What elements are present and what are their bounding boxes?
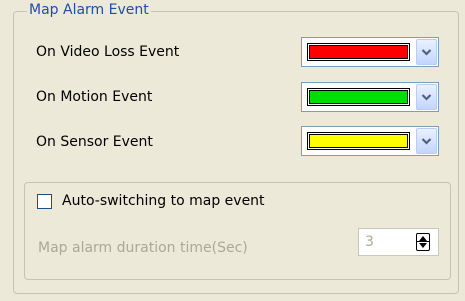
motion-color-dropdown[interactable]	[301, 82, 439, 112]
video-loss-color-swatch	[309, 45, 408, 59]
duration-spinbox[interactable]: 3	[358, 228, 439, 256]
up-down-spinner-icon[interactable]	[416, 233, 430, 251]
spin-down-arrow[interactable]	[419, 243, 427, 248]
video-loss-label: On Video Loss Event	[36, 44, 180, 60]
motion-dropdown-button[interactable]	[416, 84, 437, 110]
sensor-dropdown-button[interactable]	[416, 128, 437, 154]
motion-label: On Motion Event	[36, 89, 153, 105]
spin-divider	[417, 241, 429, 242]
motion-color-swatch	[309, 90, 408, 104]
duration-value[interactable]: 3	[365, 233, 374, 251]
motion-swatch-frame	[307, 88, 410, 106]
sensor-swatch-frame	[307, 132, 410, 150]
chevron-down-icon	[421, 48, 432, 56]
chevron-down-icon	[421, 93, 432, 101]
duration-label: Map alarm duration time(Sec)	[38, 240, 248, 256]
sensor-label: On Sensor Event	[36, 134, 153, 150]
sensor-color-dropdown[interactable]	[301, 126, 439, 156]
video-loss-color-dropdown[interactable]	[301, 37, 439, 67]
sensor-color-swatch	[309, 134, 408, 148]
auto-switch-label[interactable]: Auto-switching to map event	[62, 192, 265, 210]
chevron-down-icon	[421, 137, 432, 145]
auto-switch-checkbox[interactable]	[37, 194, 52, 209]
video-loss-dropdown-button[interactable]	[416, 39, 437, 65]
group-title: Map Alarm Event	[27, 2, 151, 19]
video-loss-swatch-frame	[307, 43, 410, 61]
